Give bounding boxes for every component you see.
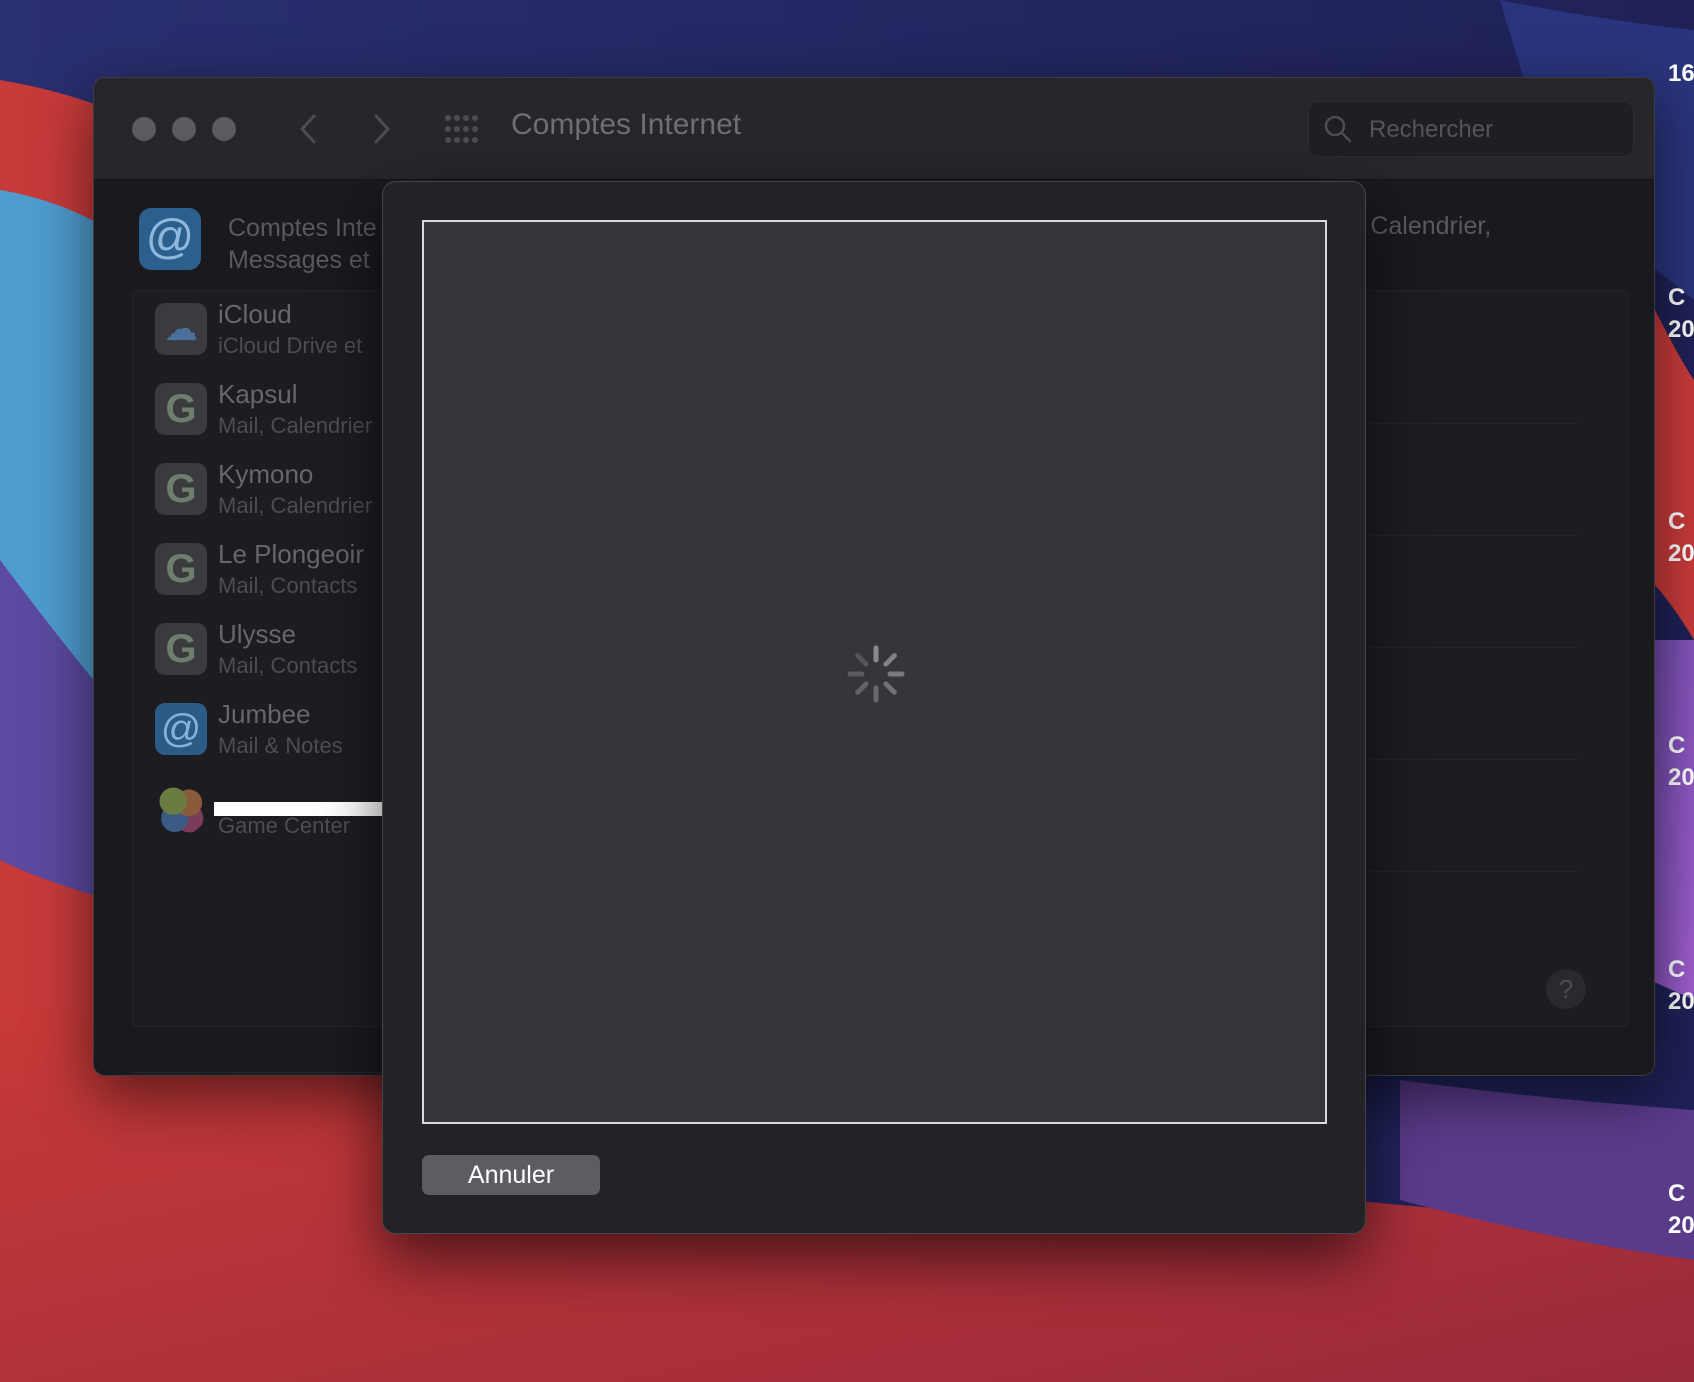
- desktop-edge-text: 20: [1668, 316, 1694, 343]
- divider: [1338, 759, 1578, 760]
- list-item[interactable]: G Le Plongeoir Mail, Contacts: [155, 533, 395, 607]
- desktop-edge-text: C: [1668, 732, 1686, 759]
- back-chevron-icon[interactable]: [294, 110, 324, 148]
- game-center-icon: [155, 783, 207, 835]
- list-item[interactable]: G Kapsul Mail, Calendrier: [155, 373, 395, 447]
- list-item[interactable]: ☁ iCloud iCloud Drive et: [155, 293, 395, 367]
- zoom-window-button[interactable]: [212, 117, 236, 141]
- account-subtitle: Mail, Contacts: [218, 573, 358, 598]
- google-icon: G: [155, 623, 207, 675]
- title-bar: Comptes Internet: [94, 78, 1654, 180]
- desktop-edge-text: 20: [1668, 764, 1694, 791]
- internet-accounts-at-icon: @: [139, 208, 201, 270]
- divider: [1338, 871, 1578, 872]
- account-subtitle: Game Center: [218, 813, 351, 838]
- sign-in-sheet: Annuler: [382, 181, 1366, 1234]
- account-name: Kapsul: [218, 379, 298, 409]
- sign-in-webview[interactable]: [422, 220, 1327, 1124]
- desktop-edge-text: 16: [1668, 60, 1694, 87]
- divider: [1338, 647, 1578, 648]
- desktop-edge-text: C: [1668, 508, 1686, 535]
- list-item[interactable]: G Kymono Mail, Calendrier: [155, 453, 395, 527]
- add-account-button[interactable]: +: [132, 1073, 185, 1075]
- account-subtitle: iCloud Drive et: [218, 333, 363, 358]
- remove-account-button[interactable]: —: [185, 1073, 238, 1075]
- account-detail-panel: [1337, 290, 1629, 1027]
- account-name: Jumbee: [218, 699, 311, 729]
- divider: [1338, 423, 1578, 424]
- desktop-edge-text: 20: [1668, 1212, 1694, 1239]
- desktop-edge-text: C: [1668, 284, 1686, 311]
- account-name: Ulysse: [218, 619, 297, 649]
- account-name: Le Plongeoir: [218, 539, 364, 569]
- google-icon: G: [155, 383, 207, 435]
- search-icon: [1324, 115, 1352, 143]
- forward-chevron-icon[interactable]: [366, 110, 396, 148]
- divider: [1338, 535, 1578, 536]
- accounts-toolbar: + —: [132, 1072, 384, 1075]
- account-subtitle: Mail, Calendrier: [218, 493, 373, 518]
- loading-spinner-icon: [847, 645, 905, 703]
- account-subtitle: Mail, Contacts: [218, 653, 358, 678]
- help-button[interactable]: ?: [1546, 969, 1586, 1009]
- accounts-list[interactable]: ☁ iCloud iCloud Drive et G Kapsul Mail, …: [132, 290, 386, 1027]
- account-subtitle: Mail, Calendrier: [218, 413, 373, 438]
- at-icon: @: [155, 703, 207, 755]
- google-icon: G: [155, 463, 207, 515]
- show-all-grid-icon[interactable]: [444, 114, 480, 144]
- account-subtitle: Mail & Notes: [218, 733, 343, 758]
- search-field[interactable]: [1308, 101, 1634, 158]
- google-icon: G: [155, 543, 207, 595]
- minimize-window-button[interactable]: [172, 117, 196, 141]
- close-window-button[interactable]: [132, 117, 156, 141]
- search-input[interactable]: [1367, 102, 1621, 158]
- list-item[interactable]: G Ulysse Mail, Contacts: [155, 613, 395, 687]
- icloud-icon: ☁: [155, 303, 207, 355]
- desktop-edge-text: 20: [1668, 988, 1694, 1015]
- window-title: Comptes Internet: [511, 108, 742, 141]
- cancel-button[interactable]: Annuler: [422, 1155, 600, 1195]
- list-item[interactable]: @ Jumbee Mail & Notes: [155, 693, 395, 767]
- desktop-edge-text: C: [1668, 1180, 1686, 1207]
- account-name: Kymono: [218, 459, 314, 489]
- desktop-edge-text: C: [1668, 956, 1686, 983]
- desktop-edge-text: 20: [1668, 540, 1694, 567]
- account-name: iCloud: [218, 299, 292, 329]
